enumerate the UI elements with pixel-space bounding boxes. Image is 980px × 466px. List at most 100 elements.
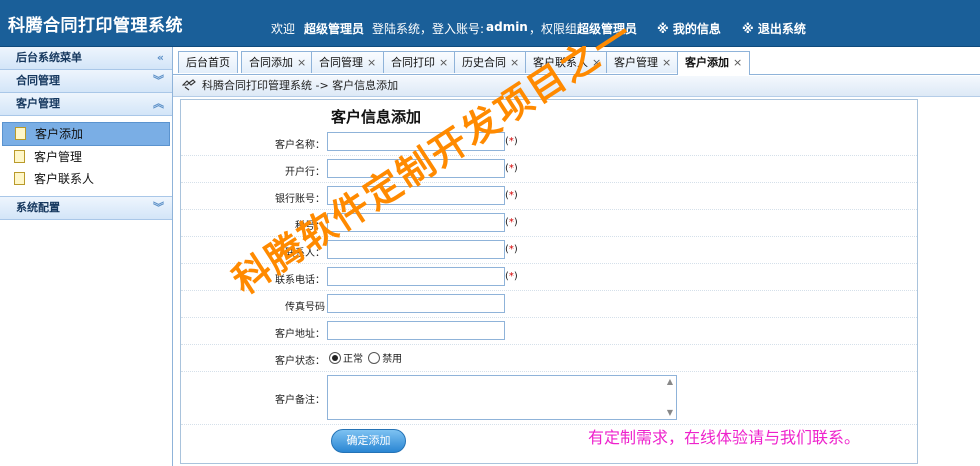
- welcome-text: 欢迎: [271, 22, 296, 36]
- double-chevron-up-icon[interactable]: ︽: [153, 93, 164, 115]
- top-header: 科腾合同打印管理系统 欢迎 超级管理员 登陆系统，登入账号: admin ，权限…: [0, 0, 980, 47]
- radio-label: 禁用: [382, 354, 403, 365]
- fax-input[interactable]: [327, 294, 505, 313]
- document-icon: [15, 127, 26, 140]
- double-chevron-down-icon[interactable]: ︾: [153, 197, 164, 219]
- required-mark: (*): [505, 271, 518, 282]
- sidebar-section-contract[interactable]: 合同管理 ︾: [0, 70, 172, 93]
- tab-customer-contacts[interactable]: 客户联系人 ×: [525, 51, 610, 73]
- logout-link[interactable]: ※ 退出系统: [742, 20, 806, 37]
- remark-textarea[interactable]: [327, 375, 677, 420]
- tab-label: 客户联系人: [533, 56, 588, 69]
- double-chevron-down-icon[interactable]: ︾: [153, 70, 164, 92]
- close-icon[interactable]: ×: [733, 56, 742, 69]
- close-icon[interactable]: ×: [367, 56, 376, 69]
- sidebar-section-label: 系统配置: [16, 201, 60, 214]
- field-label: 传真号码: [285, 302, 325, 313]
- status-normal-radio[interactable]: [329, 352, 341, 364]
- scroll-down-icon[interactable]: ▼: [665, 408, 675, 417]
- form-row-bank: 开户行： (*): [181, 156, 917, 183]
- sidebar-item-label: 客户管理: [34, 150, 83, 164]
- tab-label: 客户添加: [685, 56, 729, 69]
- field-label: 联系人：: [285, 248, 325, 259]
- double-chevron-left-icon[interactable]: «: [157, 47, 164, 69]
- tab-label: 后台首页: [186, 56, 230, 69]
- sidebar-item-label: 客户联系人: [34, 172, 95, 186]
- close-icon[interactable]: ×: [662, 56, 671, 69]
- app-title: 科腾合同打印管理系统: [8, 16, 183, 36]
- sidebar-item-customer-add[interactable]: 客户添加: [2, 122, 170, 146]
- tab-contract-manage[interactable]: 合同管理 ×: [311, 51, 385, 73]
- field-label: 银行账号：: [275, 194, 325, 205]
- tab-contract-print[interactable]: 合同打印 ×: [383, 51, 457, 73]
- document-icon: [14, 150, 25, 163]
- form-row-phone: 联系电话： (*): [181, 264, 917, 291]
- field-label: 开户行：: [285, 167, 325, 178]
- status-radio-group: 正常 禁用: [329, 350, 402, 365]
- tab-bar: 后台首页 合同添加 × 合同管理 × 合同打印 × 历史合同 × 客户联系人 × 客户管理…: [173, 47, 980, 75]
- required-mark: (*): [505, 244, 518, 255]
- required-mark: (*): [505, 163, 518, 174]
- form-row-tax-number: 税号： (*): [181, 210, 917, 237]
- sidebar-item-customer-manage[interactable]: 客户管理: [0, 146, 172, 168]
- customer-name-input[interactable]: [327, 132, 505, 151]
- tab-label: 客户管理: [614, 56, 658, 69]
- tab-label: 合同添加: [249, 56, 293, 69]
- scroll-up-icon[interactable]: ▲: [665, 377, 675, 386]
- sidebar-section-label: 客户管理: [16, 97, 60, 110]
- form-row-fax: 传真号码: [181, 291, 917, 318]
- bank-account-input[interactable]: [327, 186, 505, 205]
- field-label: 税号：: [295, 221, 325, 232]
- breadcrumb-text: 科腾合同打印管理系统 -> 客户信息添加: [202, 79, 399, 92]
- form-row-contact: 联系人： (*): [181, 237, 917, 264]
- field-label: 客户名称：: [275, 140, 325, 151]
- close-icon[interactable]: ×: [592, 56, 601, 69]
- customer-form: 客户信息添加 客户名称： (*) 开户行： (*) 银行账号： (*) 税号： …: [180, 99, 918, 464]
- tab-label: 历史合同: [462, 56, 506, 69]
- form-row-bank-account: 银行账号： (*): [181, 183, 917, 210]
- login-info-prefix: 登陆系统，登入账号:: [372, 22, 485, 36]
- submit-button[interactable]: 确定添加: [331, 429, 406, 453]
- bank-input[interactable]: [327, 159, 505, 178]
- tax-number-input[interactable]: [327, 213, 505, 232]
- field-label: 客户状态：: [275, 356, 325, 367]
- phone-input[interactable]: [327, 267, 505, 286]
- required-mark: (*): [505, 136, 518, 147]
- close-icon[interactable]: ×: [510, 56, 519, 69]
- document-icon: [14, 172, 25, 185]
- address-input[interactable]: [327, 321, 505, 340]
- status-disabled-radio[interactable]: [368, 352, 381, 364]
- contact-input[interactable]: [327, 240, 505, 259]
- required-mark: (*): [505, 190, 518, 201]
- tab-label: 合同打印: [391, 56, 435, 69]
- sidebar-item-customer-contacts[interactable]: 客户联系人: [0, 168, 172, 190]
- form-row-address: 客户地址：: [181, 318, 917, 345]
- sidebar: 后台系统菜单 « 合同管理 ︾ 客户管理 ︽ 客户添加 客户管理 客户联系人 系…: [0, 47, 173, 466]
- tab-customer-add[interactable]: 客户添加 ×: [677, 51, 751, 75]
- breadcrumb: 科腾合同打印管理系统 -> 客户信息添加: [173, 76, 980, 97]
- promo-text: 有定制需求，在线体验请与我们联系。: [588, 428, 861, 447]
- tab-contract-history[interactable]: 历史合同 ×: [454, 51, 528, 73]
- sidebar-section-system[interactable]: 系统配置 ︾: [0, 197, 172, 220]
- form-row-status: 客户状态： 正常 禁用: [181, 345, 917, 372]
- sidebar-section-label: 合同管理: [16, 74, 60, 87]
- tab-label: 合同管理: [319, 56, 363, 69]
- close-icon[interactable]: ×: [297, 56, 306, 69]
- sidebar-menu-title-label: 后台系统菜单: [16, 51, 82, 64]
- tab-contract-add[interactable]: 合同添加 ×: [241, 51, 315, 73]
- sidebar-menu-title[interactable]: 后台系统菜单 «: [0, 47, 172, 70]
- account-name: admin: [486, 20, 528, 34]
- user-name: 超级管理员: [304, 22, 365, 36]
- sidebar-customer-items: 客户添加 客户管理 客户联系人: [0, 116, 172, 197]
- form-title: 客户信息添加: [330, 108, 421, 126]
- group-name: 超级管理员: [577, 22, 638, 36]
- tab-home[interactable]: 后台首页: [178, 51, 238, 73]
- sidebar-item-label: 客户添加: [35, 127, 84, 141]
- group-prefix: ，权限组:: [529, 22, 582, 36]
- my-info-link[interactable]: ※ 我的信息: [657, 20, 721, 37]
- form-row-customer-name: 客户名称： (*): [181, 129, 917, 156]
- tab-customer-manage[interactable]: 客户管理 ×: [606, 51, 680, 73]
- close-icon[interactable]: ×: [439, 56, 448, 69]
- sidebar-section-customer[interactable]: 客户管理 ︽: [0, 93, 172, 116]
- radio-label: 正常: [343, 354, 363, 365]
